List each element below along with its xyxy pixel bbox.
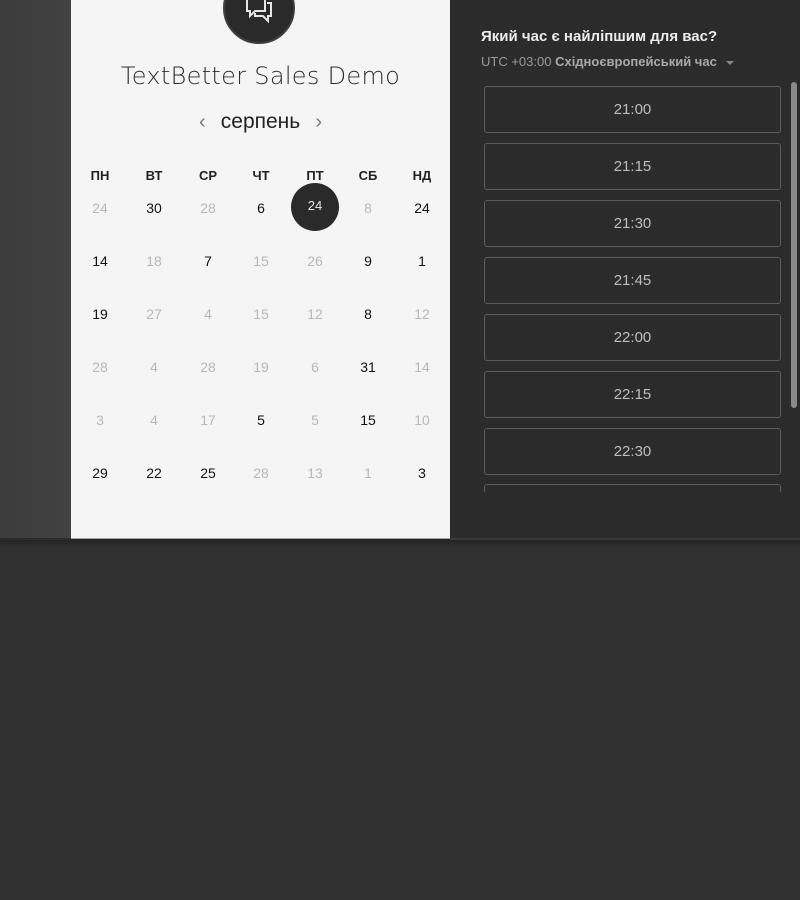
scrollbar[interactable] xyxy=(791,82,797,408)
calendar-day[interactable]: 8 xyxy=(343,289,393,339)
calendar-day: 13 xyxy=(307,465,323,481)
calendar-day: 1 xyxy=(364,465,372,481)
calendar-day: 6 xyxy=(311,359,319,375)
calendar-day: 28 xyxy=(253,465,269,481)
weekday-label: ЧТ xyxy=(252,168,270,183)
panel-bottom-edge xyxy=(450,538,800,540)
calendar-day[interactable]: 25 xyxy=(183,448,233,498)
month-navigation: ‹ серпень › xyxy=(71,108,450,138)
time-slot-button[interactable]: 22:00 xyxy=(484,314,781,361)
timezone-selector[interactable]: UTC +03:00 Східноєвропейський час xyxy=(481,54,735,69)
calendar-day-selected[interactable]: 24 xyxy=(291,183,339,231)
time-slot-button[interactable]: 22:15 xyxy=(484,371,781,418)
time-slot-button[interactable]: 21:00 xyxy=(484,86,781,133)
calendar-day: 12 xyxy=(414,306,430,322)
calendar-day: 17 xyxy=(200,412,216,428)
calendar-day[interactable]: 7 xyxy=(183,236,233,286)
chevron-left-icon[interactable]: ‹ xyxy=(188,108,216,136)
calendar-day[interactable]: 9 xyxy=(343,236,393,286)
page-backdrop xyxy=(0,0,72,540)
chat-bubbles-icon xyxy=(246,0,272,24)
timezone-offset: UTC +03:00 xyxy=(481,54,552,69)
calendar-day: 4 xyxy=(204,306,212,322)
calendar-day[interactable]: 1 xyxy=(397,236,447,286)
chevron-right-icon[interactable]: › xyxy=(305,108,333,136)
calendar-day: 12 xyxy=(307,306,323,322)
calendar-day[interactable]: 14 xyxy=(75,236,125,286)
time-slot-button[interactable]: 21:45 xyxy=(484,257,781,304)
calendar-day: 3 xyxy=(96,412,104,428)
calendar-day: 28 xyxy=(200,359,216,375)
calendar-day[interactable]: 30 xyxy=(129,183,179,233)
calendar-day: 18 xyxy=(146,253,162,269)
time-slot-button[interactable]: 21:30 xyxy=(484,200,781,247)
calendar-day: 28 xyxy=(92,359,108,375)
calendar-day: 27 xyxy=(146,306,162,322)
event-title: TextBetter Sales Demo xyxy=(120,62,401,90)
time-slot-partial xyxy=(484,484,781,492)
calendar-day[interactable]: 6 xyxy=(236,183,286,233)
caret-down-icon xyxy=(726,60,735,65)
calendar-day[interactable]: 22 xyxy=(129,448,179,498)
calendar-day: 4 xyxy=(150,359,158,375)
weekday-label: ВТ xyxy=(145,168,163,183)
calendar-day: 26 xyxy=(307,253,323,269)
calendar-day: 10 xyxy=(414,412,430,428)
calendar-day: 19 xyxy=(253,359,269,375)
weekday-label: ПТ xyxy=(306,168,324,183)
calendar-day[interactable]: 24 xyxy=(397,183,447,233)
calendar-day: 15 xyxy=(253,306,269,322)
weekday-label: СБ xyxy=(358,168,378,183)
month-label: серпень xyxy=(220,110,301,133)
calendar-day[interactable]: 19 xyxy=(75,289,125,339)
calendar-day: 5 xyxy=(311,412,319,428)
weekday-label: СР xyxy=(198,168,218,183)
calendar-day: 8 xyxy=(364,200,372,216)
calendar-day[interactable]: 29 xyxy=(75,448,125,498)
timezone-name: Східноєвропейський час xyxy=(555,54,717,69)
calendar-day[interactable]: 3 xyxy=(397,448,447,498)
time-slot-button[interactable]: 22:30 xyxy=(484,428,781,475)
calendar-day[interactable]: 15 xyxy=(343,395,393,445)
calendar-day: 15 xyxy=(253,253,269,269)
calendar-day[interactable]: 31 xyxy=(343,342,393,392)
time-slot-button[interactable]: 21:15 xyxy=(484,143,781,190)
weekday-label: ПН xyxy=(90,168,110,183)
weekday-label: НД xyxy=(412,168,432,183)
time-question: Який час є найліпшим для вас? xyxy=(481,28,718,45)
calendar-day: 28 xyxy=(200,200,216,216)
calendar-day: 24 xyxy=(92,200,108,216)
calendar-day[interactable]: 5 xyxy=(236,395,286,445)
calendar-day: 14 xyxy=(414,359,430,375)
calendar-day: 4 xyxy=(150,412,158,428)
